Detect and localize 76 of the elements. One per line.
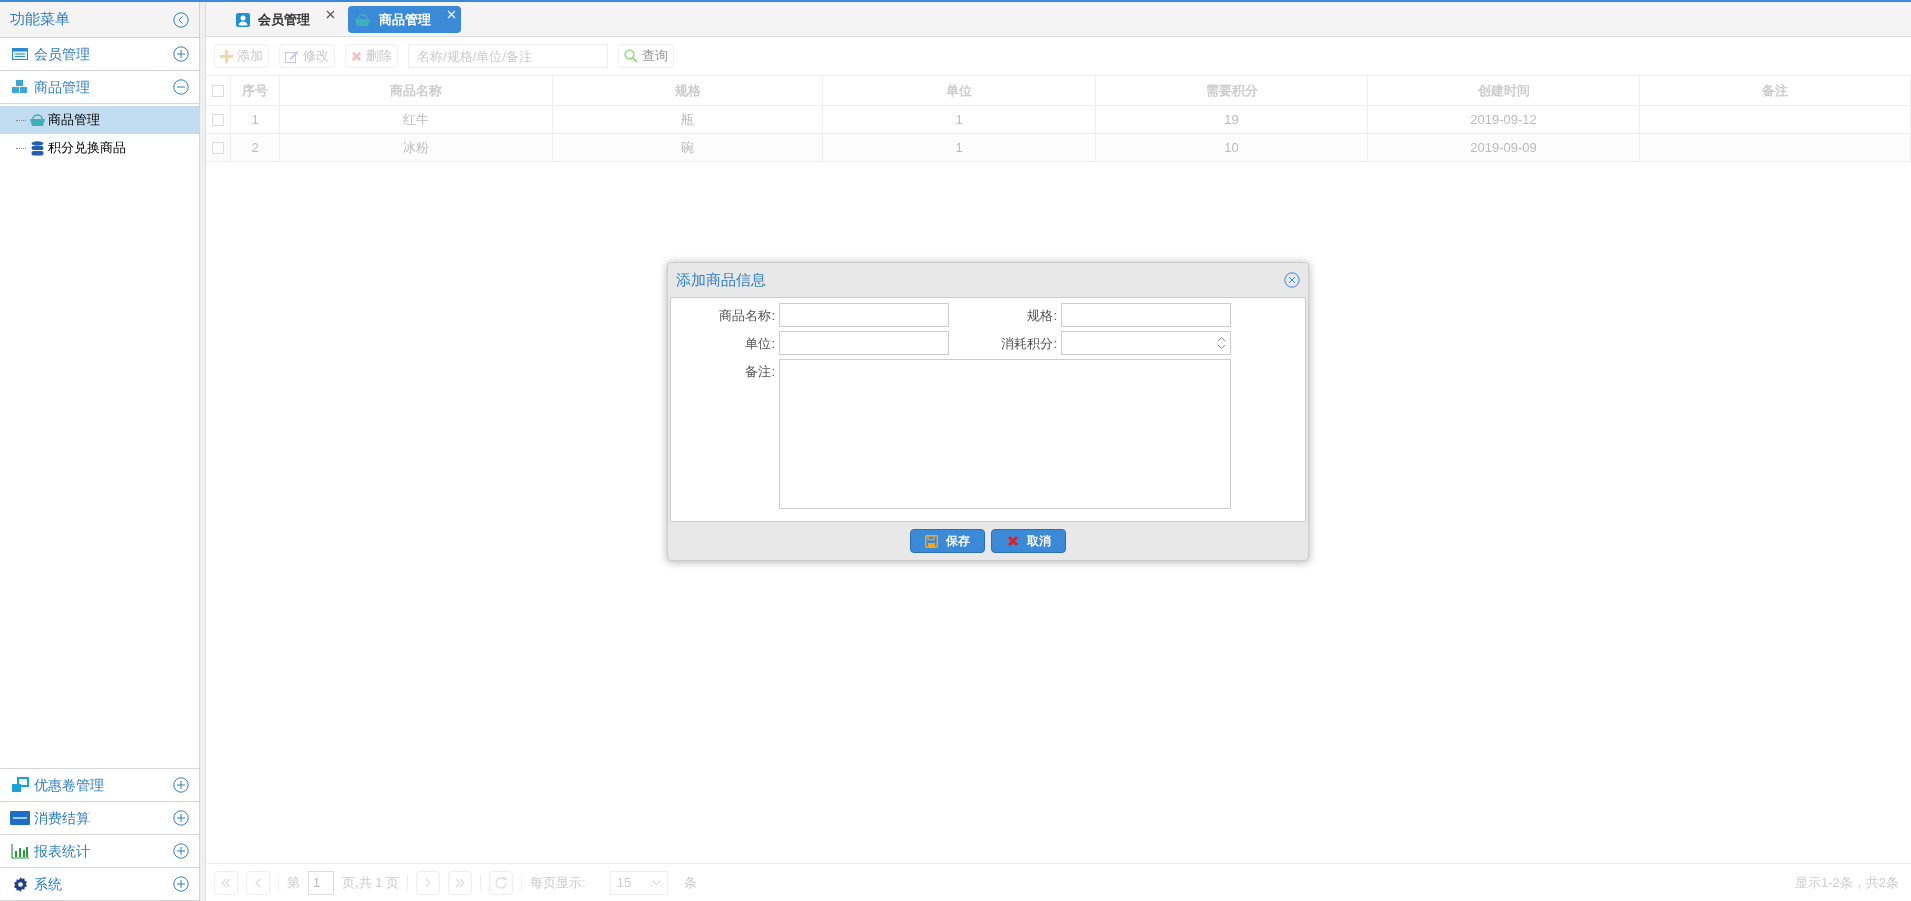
number-field[interactable] — [1061, 331, 1231, 355]
database-icon — [30, 140, 44, 156]
save-icon — [925, 534, 938, 548]
table-cell-text: 冰粉 — [403, 138, 429, 157]
query-button[interactable]: 查询 — [618, 44, 674, 68]
expand-icon[interactable] — [173, 46, 189, 62]
collapse-sidebar-icon[interactable] — [173, 11, 189, 28]
cubes-icon — [11, 79, 29, 95]
table-cell-text: 1 — [955, 110, 963, 129]
close-tab-icon[interactable] — [326, 10, 335, 19]
table-cell-text: 碗 — [681, 138, 694, 157]
notes-field[interactable] — [779, 359, 1231, 509]
table-cell-text: 2019-09-09 — [1470, 138, 1537, 157]
collapse-icon[interactable] — [173, 79, 189, 95]
sidebar-title: 功能菜单 — [10, 9, 71, 30]
basket-icon — [354, 12, 371, 27]
refresh-icon — [493, 874, 510, 891]
first-page-button[interactable] — [214, 870, 238, 895]
expand-icon[interactable] — [173, 843, 189, 859]
text-field[interactable] — [1061, 303, 1231, 327]
expand-icon[interactable] — [173, 777, 189, 793]
caret-icon — [651, 879, 661, 886]
plus-icon — [220, 49, 233, 63]
menu-item[interactable]: 积分兑换商品 — [0, 134, 199, 162]
last-page-button[interactable] — [448, 870, 473, 895]
text-field[interactable] — [779, 303, 949, 327]
menu-group-label: 商品管理 — [34, 77, 91, 97]
close-icon[interactable] — [1284, 272, 1300, 288]
text-field[interactable] — [779, 331, 949, 355]
next-page-button[interactable] — [416, 870, 441, 895]
expand-icon[interactable] — [173, 810, 189, 826]
menu-group-label: 优惠卷管理 — [34, 775, 105, 795]
card-icon — [12, 48, 28, 60]
user-icon — [236, 12, 250, 27]
close-icon — [351, 50, 362, 62]
refresh-button[interactable] — [489, 870, 514, 895]
table-cell-text: 2019-09-12 — [1470, 110, 1537, 129]
menu-group-label: 报表统计 — [34, 841, 91, 861]
table-cell-text: 瓶 — [681, 110, 694, 129]
dialog-button[interactable]: 取消 — [991, 529, 1066, 553]
chevron-icon — [454, 876, 467, 889]
row-checkbox[interactable] — [212, 141, 224, 154]
field-label: 单位: — [744, 335, 775, 353]
table-cell-text: 1 — [955, 138, 963, 157]
gear-icon — [12, 876, 28, 892]
windows-icon — [11, 777, 29, 793]
field-label: 商品名称: — [718, 307, 775, 325]
spinner-icon — [1217, 336, 1226, 350]
menu-item-label: 商品管理 — [48, 111, 100, 130]
menu-group-label: 消费结算 — [34, 808, 91, 828]
field-label: 消耗积分: — [1000, 335, 1057, 353]
row-checkbox[interactable] — [212, 113, 224, 126]
field-label: 备注: — [744, 363, 775, 381]
dialog-button[interactable]: 保存 — [910, 529, 985, 553]
table-cell-text: 1 — [251, 110, 259, 129]
tab[interactable]: 商品管理 — [348, 6, 461, 33]
field-label: 规格: — [1026, 307, 1057, 325]
close-icon — [1006, 535, 1019, 547]
table-cell-text: 2 — [251, 138, 259, 157]
dialog-title: 添加商品信息 — [676, 269, 767, 290]
chevron-icon — [220, 876, 232, 889]
tab[interactable]: 会员管理 — [230, 6, 340, 33]
select-all-checkbox[interactable] — [212, 84, 224, 97]
table-cell-text: 10 — [1224, 138, 1239, 157]
menu-group-label: 会员管理 — [34, 44, 91, 64]
previous-page-button[interactable] — [246, 870, 270, 895]
menu-item-label: 积分兑换商品 — [48, 139, 126, 158]
edit-icon — [285, 49, 299, 63]
table-cell-text: 红牛 — [403, 110, 429, 129]
expand-icon[interactable] — [173, 876, 189, 892]
search-icon — [624, 49, 638, 63]
bar-chart-icon — [11, 843, 29, 859]
menu-item[interactable]: 商品管理 — [0, 106, 199, 134]
menu-group-label: 系统 — [34, 874, 63, 894]
basket-icon — [28, 113, 46, 127]
table-cell-text: 19 — [1224, 110, 1239, 129]
